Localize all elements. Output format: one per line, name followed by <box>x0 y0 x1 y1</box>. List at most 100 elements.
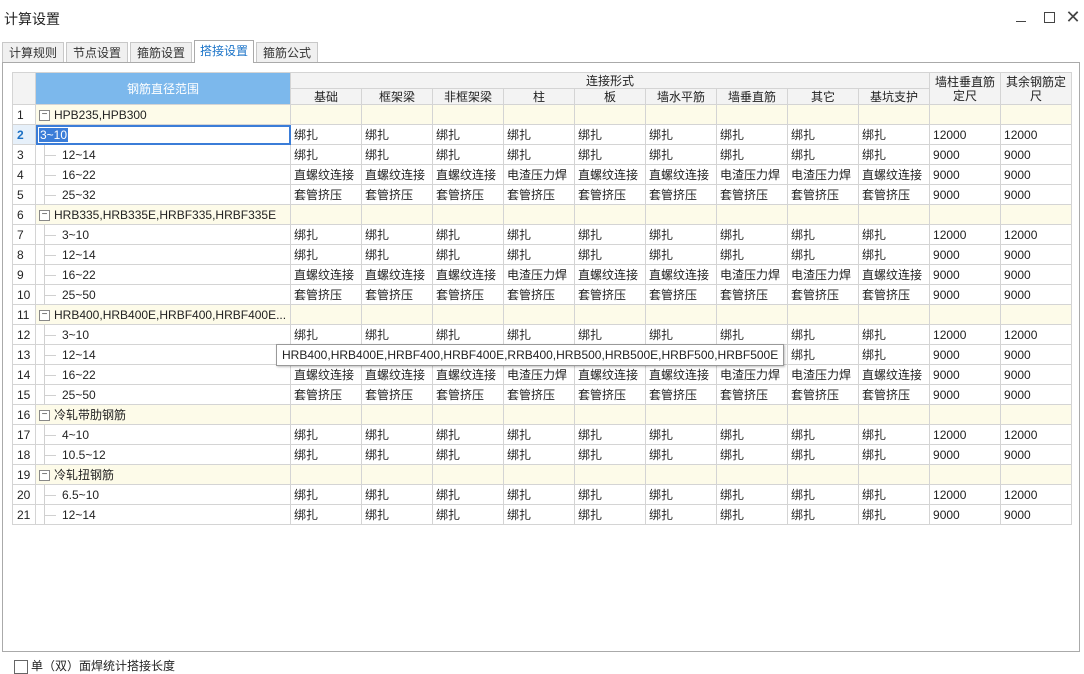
row-number[interactable]: 1 <box>12 104 36 125</box>
row-number[interactable]: 16 <box>12 404 36 425</box>
connection-type-cell[interactable]: 套管挤压 <box>716 284 788 305</box>
wall-column-length-cell[interactable]: 12000 <box>929 484 1002 505</box>
tab-stirrup-settings[interactable]: 箍筋设置 <box>130 42 192 62</box>
connection-type-cell[interactable]: 绑扎 <box>645 144 717 165</box>
diameter-range-cell[interactable]: 25~50 <box>35 384 291 405</box>
connection-type-cell[interactable]: 套管挤压 <box>645 284 717 305</box>
other-rebar-length-cell[interactable]: 9000 <box>1000 364 1073 385</box>
connection-type-cell[interactable]: 绑扎 <box>574 224 646 245</box>
connection-type-cell[interactable]: 绑扎 <box>716 124 788 145</box>
row-number[interactable]: 4 <box>12 164 36 185</box>
wall-column-length-header[interactable]: 墙柱垂直筋定尺 <box>929 72 1002 105</box>
connection-type-cell[interactable]: 套管挤压 <box>361 284 433 305</box>
other-rebar-length-cell[interactable]: 9000 <box>1000 344 1073 365</box>
other-rebar-length-cell[interactable]: 9000 <box>1000 264 1073 285</box>
connection-type-cell[interactable]: 电渣压力焊 <box>716 164 788 185</box>
diameter-range-cell[interactable]: 25~50 <box>35 284 291 305</box>
connection-type-cell[interactable]: 绑扎 <box>361 424 433 445</box>
collapse-icon[interactable]: − <box>39 410 50 422</box>
connection-type-cell[interactable]: 套管挤压 <box>503 284 575 305</box>
row-number[interactable]: 6 <box>12 204 36 225</box>
connection-type-cell[interactable]: 电渣压力焊 <box>787 264 859 285</box>
connection-type-cell[interactable]: 直螺纹连接 <box>290 364 362 385</box>
connection-type-cell[interactable]: 套管挤压 <box>645 184 717 205</box>
close-button[interactable]: ✕ <box>1063 8 1083 28</box>
group-label-cell[interactable]: − HPB235,HPB300 <box>35 104 291 125</box>
connection-type-cell[interactable]: 直螺纹连接 <box>857 264 931 285</box>
connection-type-cell[interactable]: 绑扎 <box>574 424 646 445</box>
conn-column-header[interactable]: 其它 <box>787 88 859 105</box>
connection-type-cell[interactable]: 绑扎 <box>503 144 575 165</box>
connection-type-cell[interactable]: 绑扎 <box>503 224 575 245</box>
connection-type-cell[interactable]: 绑扎 <box>857 124 931 145</box>
connection-type-cell[interactable]: 绑扎 <box>857 244 931 265</box>
connection-type-cell[interactable]: 电渣压力焊 <box>503 364 575 385</box>
connection-type-cell[interactable]: 绑扎 <box>787 244 859 265</box>
connection-type-cell[interactable]: 绑扎 <box>857 324 931 345</box>
row-number[interactable]: 9 <box>12 264 36 285</box>
connection-type-cell[interactable]: 套管挤压 <box>645 384 717 405</box>
connection-type-cell[interactable]: 绑扎 <box>857 344 931 365</box>
connection-type-cell[interactable]: 绑扎 <box>290 504 362 525</box>
connection-type-cell[interactable]: 绑扎 <box>432 324 504 345</box>
connection-type-cell[interactable]: 电渣压力焊 <box>716 364 788 385</box>
row-number[interactable]: 20 <box>12 484 36 505</box>
row-number[interactable]: 7 <box>12 224 36 245</box>
connection-type-cell[interactable]: 绑扎 <box>361 504 433 525</box>
conn-column-header[interactable]: 基坑支护 <box>857 88 931 105</box>
connection-type-cell[interactable]: 套管挤压 <box>787 384 859 405</box>
connection-type-cell[interactable]: 直螺纹连接 <box>645 164 717 185</box>
wall-column-length-cell[interactable]: 9000 <box>929 504 1002 525</box>
connection-type-cell[interactable]: 电渣压力焊 <box>787 164 859 185</box>
connection-type-cell[interactable]: 绑扎 <box>716 324 788 345</box>
connection-type-cell[interactable]: 绑扎 <box>574 144 646 165</box>
connection-type-cell[interactable]: 直螺纹连接 <box>645 264 717 285</box>
connection-type-cell[interactable]: 绑扎 <box>857 224 931 245</box>
connection-type-cell[interactable]: 套管挤压 <box>716 184 788 205</box>
wall-column-length-cell[interactable]: 9000 <box>929 284 1002 305</box>
connection-type-cell[interactable]: 直螺纹连接 <box>574 264 646 285</box>
connection-type-cell[interactable]: 直螺纹连接 <box>361 364 433 385</box>
wall-column-length-cell[interactable]: 9000 <box>929 384 1002 405</box>
collapse-icon[interactable]: − <box>39 309 50 321</box>
conn-column-header[interactable]: 非框架梁 <box>432 88 504 105</box>
row-number[interactable]: 2 <box>12 124 36 145</box>
group-label-cell[interactable]: − 冷轧带肋钢筋 <box>35 404 291 425</box>
diameter-range-cell[interactable]: 12~14 <box>35 244 291 265</box>
connection-type-cell[interactable]: 套管挤压 <box>787 184 859 205</box>
connection-type-cell[interactable]: 绑扎 <box>290 124 362 145</box>
connection-type-cell[interactable]: 绑扎 <box>432 444 504 465</box>
diameter-range-cell[interactable]: 3~10 <box>35 224 291 245</box>
connection-type-cell[interactable]: 绑扎 <box>290 244 362 265</box>
tab-calc-rules[interactable]: 计算规则 <box>2 42 64 62</box>
connection-type-cell[interactable]: 绑扎 <box>361 444 433 465</box>
connection-type-cell[interactable]: 绑扎 <box>787 124 859 145</box>
connection-type-cell[interactable]: 绑扎 <box>716 484 788 505</box>
group-label-cell[interactable]: − 冷轧扭钢筋 <box>35 464 291 485</box>
tab-node-settings[interactable]: 节点设置 <box>66 42 128 62</box>
connection-type-cell[interactable]: 直螺纹连接 <box>857 364 931 385</box>
connection-type-cell[interactable]: 绑扎 <box>503 124 575 145</box>
connection-type-cell[interactable]: 绑扎 <box>503 504 575 525</box>
connection-type-cell[interactable]: 绑扎 <box>716 424 788 445</box>
conn-column-header[interactable]: 墙水平筋 <box>645 88 717 105</box>
connection-type-cell[interactable]: 绑扎 <box>361 484 433 505</box>
row-number[interactable]: 3 <box>12 144 36 165</box>
connection-type-cell[interactable]: 绑扎 <box>857 144 931 165</box>
connection-type-cell[interactable]: 绑扎 <box>716 224 788 245</box>
connection-type-cell[interactable]: 电渣压力焊 <box>787 364 859 385</box>
connection-type-cell[interactable]: 套管挤压 <box>432 184 504 205</box>
connection-type-cell[interactable]: 直螺纹连接 <box>432 264 504 285</box>
row-number[interactable]: 15 <box>12 384 36 405</box>
other-rebar-length-cell[interactable]: 12000 <box>1000 224 1073 245</box>
tab-stirrup-formula[interactable]: 箍筋公式 <box>256 42 318 62</box>
diameter-range-cell[interactable]: 4~10 <box>35 424 291 445</box>
connection-type-cell[interactable]: 绑扎 <box>574 504 646 525</box>
other-rebar-length-cell[interactable]: 9000 <box>1000 384 1073 405</box>
connection-type-cell[interactable]: 绑扎 <box>787 444 859 465</box>
other-rebar-length-cell[interactable]: 9000 <box>1000 444 1073 465</box>
row-number[interactable]: 21 <box>12 504 36 525</box>
connection-type-cell[interactable]: 绑扎 <box>432 424 504 445</box>
row-number[interactable]: 14 <box>12 364 36 385</box>
connection-type-cell[interactable]: 绑扎 <box>645 244 717 265</box>
